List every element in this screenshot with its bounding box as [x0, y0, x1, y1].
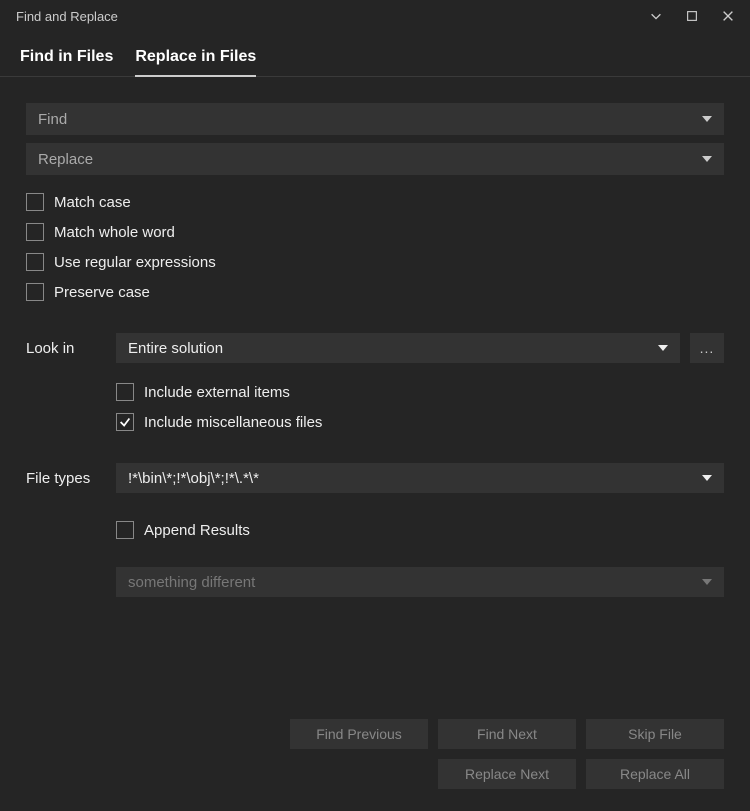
look-in-sub-options: Include external items Include miscellan… [116, 383, 724, 431]
chevron-down-icon[interactable] [642, 2, 670, 30]
window-title: Find and Replace [16, 9, 118, 24]
include-misc-option[interactable]: Include miscellaneous files [116, 413, 724, 431]
include-external-option[interactable]: Include external items [116, 383, 724, 401]
checkbox-icon[interactable] [116, 383, 134, 401]
look-in-value: Entire solution [128, 340, 223, 357]
chevron-down-icon[interactable] [702, 151, 712, 167]
checkbox-icon[interactable] [116, 521, 134, 539]
checkbox-icon[interactable] [26, 283, 44, 301]
file-types-value: !*\bin\*;!*\obj\*;!*\.*\* [128, 470, 259, 487]
file-types-select[interactable]: !*\bin\*;!*\obj\*;!*\.*\* [116, 463, 724, 493]
append-results-label: Append Results [144, 522, 250, 539]
checkbox-icon[interactable] [116, 413, 134, 431]
tab-find-in-files[interactable]: Find in Files [20, 42, 113, 76]
find-next-button[interactable]: Find Next [438, 719, 576, 749]
append-results-option[interactable]: Append Results [116, 521, 724, 539]
action-buttons: Find Previous Find Next Skip File Replac… [290, 719, 724, 789]
look-in-label: Look in [26, 340, 116, 357]
titlebar: Find and Replace [0, 0, 750, 32]
match-case-option[interactable]: Match case [26, 193, 724, 211]
replace-input[interactable] [38, 151, 702, 168]
replace-all-button[interactable]: Replace All [586, 759, 724, 789]
append-results-block: Append Results something different [116, 521, 724, 597]
include-misc-label: Include miscellaneous files [144, 414, 322, 431]
look-in-row: Look in Entire solution ... [26, 333, 724, 363]
replace-input-container[interactable] [26, 143, 724, 175]
find-previous-button[interactable]: Find Previous [290, 719, 428, 749]
preserve-case-label: Preserve case [54, 284, 150, 301]
results-target-value: something different [128, 574, 255, 591]
checkbox-icon[interactable] [26, 223, 44, 241]
window-controls [642, 2, 742, 30]
match-whole-word-option[interactable]: Match whole word [26, 223, 724, 241]
skip-file-button[interactable]: Skip File [586, 719, 724, 749]
checkbox-icon[interactable] [26, 253, 44, 271]
chevron-down-icon [702, 470, 712, 487]
results-target-select[interactable]: something different [116, 567, 724, 597]
checkbox-icon[interactable] [26, 193, 44, 211]
chevron-down-icon[interactable] [702, 111, 712, 127]
match-whole-word-label: Match whole word [54, 224, 175, 241]
tab-bar: Find in Files Replace in Files [0, 32, 750, 77]
use-regex-label: Use regular expressions [54, 254, 216, 271]
preserve-case-option[interactable]: Preserve case [26, 283, 724, 301]
close-icon[interactable] [714, 2, 742, 30]
replace-next-button[interactable]: Replace Next [438, 759, 576, 789]
find-input[interactable] [38, 111, 702, 128]
tab-replace-in-files[interactable]: Replace in Files [135, 42, 256, 76]
browse-button[interactable]: ... [690, 333, 724, 363]
file-types-row: File types !*\bin\*;!*\obj\*;!*\.*\* [26, 463, 724, 493]
use-regex-option[interactable]: Use regular expressions [26, 253, 724, 271]
file-types-label: File types [26, 470, 116, 487]
look-in-select[interactable]: Entire solution [116, 333, 680, 363]
search-options: Match case Match whole word Use regular … [26, 193, 724, 301]
include-external-label: Include external items [144, 384, 290, 401]
find-input-container[interactable] [26, 103, 724, 135]
chevron-down-icon [702, 574, 712, 591]
chevron-down-icon [658, 340, 668, 357]
match-case-label: Match case [54, 194, 131, 211]
content-area: Match case Match whole word Use regular … [0, 77, 750, 607]
maximize-icon[interactable] [678, 2, 706, 30]
